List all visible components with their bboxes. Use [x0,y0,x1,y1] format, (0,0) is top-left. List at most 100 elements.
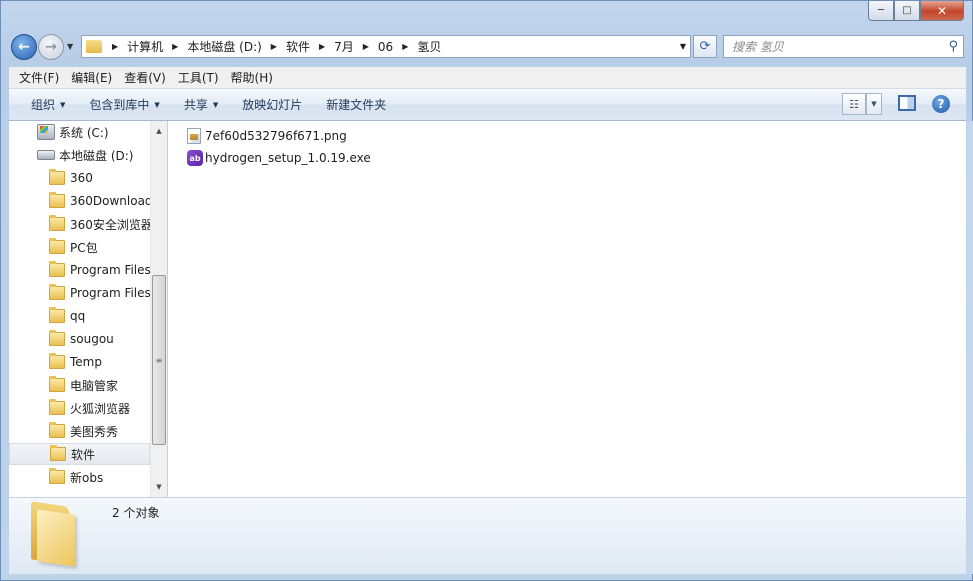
item-count: 2 个对象 [112,506,160,520]
new-folder-button[interactable]: 新建文件夹 [314,96,398,113]
command-bar: 组织 ▼ 包含到库中 ▼ 共享 ▼ 放映幻灯片 新建文件夹 ☷ ▼ ? [9,89,966,121]
folder-icon [49,215,65,231]
scroll-up-icon[interactable]: ▲ [151,123,167,139]
chevron-right-icon[interactable]: ▶ [108,42,122,51]
folder-icon [49,376,65,392]
chevron-down-icon[interactable]: ▼ [866,93,882,115]
nav-item-label: 360Download [70,194,150,208]
view-options-icon[interactable]: ☷ [842,93,866,115]
image-file-icon [187,128,201,144]
chevron-right-icon[interactable]: ▶ [315,42,329,51]
address-bar[interactable]: ▶ 计算机 ▶ 本地磁盘 (D:) ▶ 软件 ▶ 7月 ▶ 06 ▶ 氢贝 ▼ [81,35,691,58]
menu-edit[interactable]: 编辑(E) [65,69,118,86]
folder-icon [49,468,65,484]
refresh-button[interactable]: ⟳ [693,35,717,58]
nav-item-folder[interactable]: 美图秀秀 [9,420,150,442]
folder-icon [49,399,65,415]
forward-button[interactable]: → [38,34,64,60]
folder-icon [86,40,102,53]
nav-item-folder[interactable]: PC包 [9,236,150,258]
file-item[interactable]: ab hydrogen_setup_1.0.19.exe [187,148,371,168]
nav-item-folder[interactable]: 电脑管家 [9,374,150,396]
nav-item-folder[interactable]: Program Files [9,259,150,281]
menu-bar: 文件(F) 编辑(E) 查看(V) 工具(T) 帮助(H) [9,67,966,89]
menu-tools[interactable]: 工具(T) [172,69,225,86]
close-button[interactable]: ✕ [920,1,964,21]
nav-item-drive-d[interactable]: 本地磁盘 (D:) [9,144,150,166]
nav-item-folder[interactable]: 火狐浏览器 [9,397,150,419]
share-button[interactable]: 共享 ▼ [172,96,230,113]
breadcrumb-06[interactable]: 06 [375,40,396,54]
preview-pane-icon[interactable] [898,95,916,111]
system-drive-icon [37,124,55,140]
chevron-right-icon[interactable]: ▶ [359,42,373,51]
menu-help[interactable]: 帮助(H) [225,69,279,86]
search-placeholder: 搜索 氢贝 [732,40,784,54]
recent-pages-dropdown[interactable]: ▼ [67,42,73,51]
nav-item-label: 美图秀秀 [70,424,119,439]
share-label: 共享 [183,98,208,112]
nav-item-label: 本地磁盘 (D:) [59,148,134,163]
back-button[interactable]: ← [11,34,37,60]
explorer-window: ─ □ ✕ ← → ▼ ▶ 计算机 ▶ 本地磁盘 (D:) ▶ 软件 ▶ 7月 … [0,0,973,581]
nav-item-folder[interactable]: qq [9,305,150,327]
chevron-down-icon[interactable]: ▼ [680,42,686,51]
include-library-button[interactable]: 包含到库中 ▼ [77,96,171,113]
scroll-down-icon[interactable]: ▼ [151,479,167,495]
nav-item-folder[interactable]: Temp [9,351,150,373]
nav-item-label: sougou [70,332,114,346]
folder-icon [49,422,65,438]
file-name: 7ef60d532796f671.png [205,129,347,143]
caption-buttons: ─ □ ✕ [868,1,964,21]
chevron-right-icon[interactable]: ▶ [168,42,182,51]
chevron-down-icon: ▼ [212,100,219,109]
folder-icon [49,284,65,300]
menu-view[interactable]: 查看(V) [118,69,172,86]
search-icon[interactable]: ⚲ [948,39,958,54]
breadcrumb-computer[interactable]: 计算机 [124,38,166,55]
chevron-right-icon[interactable]: ▶ [267,42,281,51]
breadcrumb-software[interactable]: 软件 [283,38,313,55]
nav-item-label: Program Files [70,286,150,300]
search-input[interactable]: 搜索 氢贝 ⚲ [723,35,964,58]
navigation-pane: 系统 (C:) 本地磁盘 (D:) 360 360Download 360安全浏… [9,121,167,497]
nav-item-label: 软件 [71,447,96,462]
help-icon[interactable]: ? [932,95,950,113]
include-library-label: 包含到库中 [89,98,150,112]
organize-button[interactable]: 组织 ▼ [19,96,77,113]
nav-item-label: 新obs [70,470,104,485]
nav-item-label: Temp [70,355,102,369]
window-edge [967,121,973,574]
drive-icon [37,150,55,160]
breadcrumb-july[interactable]: 7月 [331,38,357,55]
chevron-right-icon[interactable]: ▶ [398,42,412,51]
slideshow-button[interactable]: 放映幻灯片 [230,96,314,113]
nav-item-label: Program Files [70,263,150,277]
nav-item-label: 火狐浏览器 [70,401,131,416]
nav-item-folder[interactable]: 360安全浏览器 [9,213,150,235]
file-item[interactable]: 7ef60d532796f671.png [187,126,347,146]
maximize-button[interactable]: □ [894,1,920,21]
breadcrumb-current[interactable]: 氢贝 [414,38,444,55]
view-switcher: ☷ ▼ [842,93,882,115]
nav-item-drive-c[interactable]: 系统 (C:) [9,121,150,143]
menu-file[interactable]: 文件(F) [13,69,65,86]
scroll-thumb[interactable]: ≡ [152,275,166,445]
app-icon: ab [187,150,203,166]
nav-item-folder[interactable]: sougou [9,328,150,350]
nav-item-folder-selected[interactable]: 软件 [9,443,150,465]
file-list[interactable]: 7ef60d532796f671.png ab hydrogen_setup_1… [168,121,966,497]
chevron-down-icon: ▼ [60,100,66,109]
folder-icon [31,501,77,567]
new-folder-label: 新建文件夹 [326,98,387,112]
nav-scrollbar[interactable]: ▲ ≡ ▼ [150,121,167,497]
folder-icon [49,169,65,185]
minimize-button[interactable]: ─ [868,1,894,21]
nav-item-folder[interactable]: 360Download [9,190,150,212]
nav-item-folder[interactable]: 360 [9,167,150,189]
nav-item-folder[interactable]: 新obs [9,466,150,488]
organize-label: 组织 [31,98,56,112]
nav-item-label: PC包 [70,240,98,255]
nav-item-folder[interactable]: Program Files [9,282,150,304]
breadcrumb-drive-d[interactable]: 本地磁盘 (D:) [184,38,264,55]
